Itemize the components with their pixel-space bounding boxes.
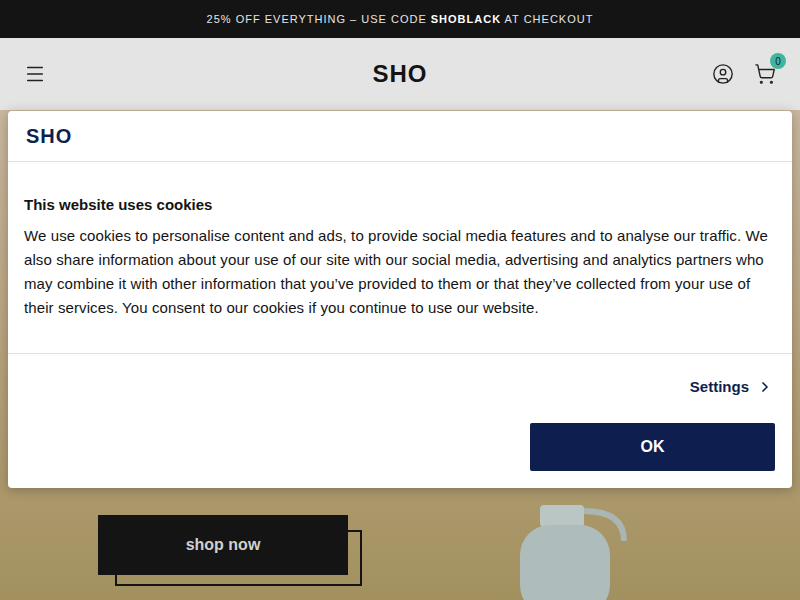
header-actions: 0 (696, 63, 776, 85)
shop-now-wrapper: shop now (98, 515, 348, 575)
cart-badge: 0 (770, 53, 786, 69)
hamburger-icon[interactable] (24, 63, 46, 85)
dialog-actions: Settings OK (8, 354, 792, 488)
cart-button[interactable]: 0 (754, 63, 776, 85)
dialog-header: SHO (8, 111, 792, 162)
announcement-text: 25% OFF EVERYTHING – USE CODE (207, 11, 431, 28)
dialog-body: We use cookies to personalise content an… (24, 224, 776, 320)
menu-button[interactable] (24, 63, 104, 85)
header: SHO 0 (0, 38, 800, 110)
dialog-logo: SHO (26, 126, 72, 146)
announcement-text: SHOBLACK (431, 11, 501, 28)
ok-button[interactable]: OK (530, 423, 775, 471)
announcement-text: AT CHECKOUT (501, 11, 593, 28)
account-icon[interactable] (712, 63, 734, 85)
logo[interactable]: SHO (372, 62, 427, 86)
page: 25% OFF EVERYTHING – USE CODE SHOBLACK A… (0, 0, 800, 600)
shop-now-button[interactable]: shop now (98, 515, 348, 575)
dialog-title: This website uses cookies (24, 194, 776, 216)
settings-link[interactable]: Settings (690, 376, 775, 399)
bottle-illustration-icon (500, 495, 700, 600)
chevron-right-icon (757, 379, 773, 395)
dialog-content: This website uses cookies We use cookies … (8, 162, 792, 354)
cookie-dialog: SHO This website uses cookies We use cooki… (8, 111, 792, 488)
announcement-bar: 25% OFF EVERYTHING – USE CODE SHOBLACK A… (0, 0, 800, 38)
